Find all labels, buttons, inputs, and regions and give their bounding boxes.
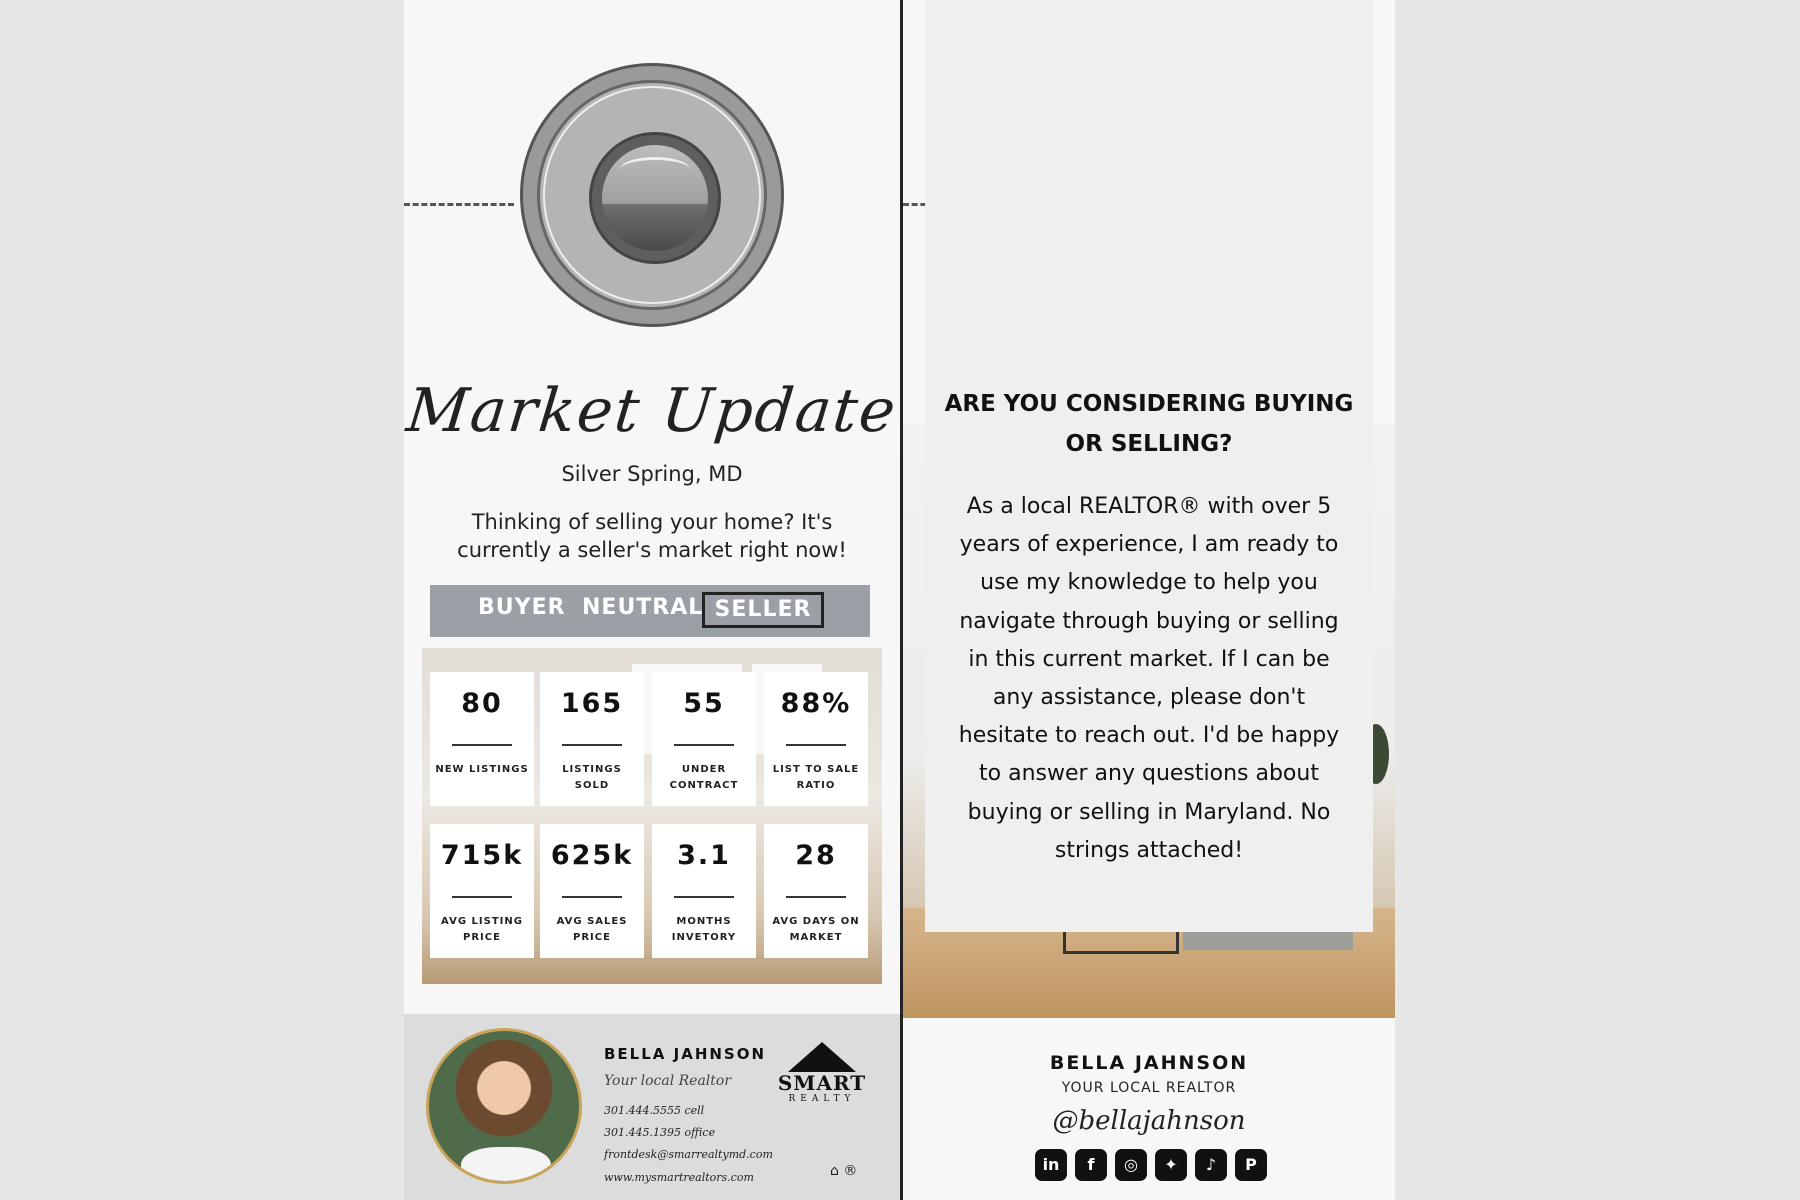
page-title: Market Update	[404, 376, 900, 446]
location-label: Silver Spring, MD	[561, 462, 743, 486]
agent-office: 301.445.1395 office	[604, 1126, 716, 1139]
stat-label: LISTINGS SOLD	[562, 764, 622, 791]
stat-value: 625k	[550, 840, 634, 871]
message-heading: ARE YOU CONSIDERING BUYING OR SELLING?	[944, 391, 1354, 457]
stat-label: LIST TO SALE RATIO	[772, 764, 860, 791]
pitch-text: Thinking of selling your home? It's curr…	[457, 510, 847, 562]
social-handle[interactable]: @bellajahnson	[903, 1106, 1395, 1136]
stat-value: 80	[461, 688, 503, 719]
stat-card: 625k AVG SALES PRICE	[540, 824, 644, 958]
scale-neutral: NEUTRAL	[582, 595, 704, 620]
stat-value: 28	[795, 840, 837, 871]
linkedin-icon[interactable]: in	[1035, 1149, 1067, 1181]
right-door-hanger: ARE YOU CONSIDERING BUYING OR SELLING? A…	[903, 0, 1395, 1200]
agent-tagline: YOUR LOCAL REALTOR	[1061, 1080, 1237, 1096]
stat-value: 55	[683, 688, 725, 719]
door-knob-icon	[520, 63, 784, 327]
pinterest-icon[interactable]: P	[1235, 1149, 1267, 1181]
stat-label: UNDER CONTRACT	[669, 764, 739, 791]
avatar	[426, 1028, 582, 1184]
left-door-hanger: Market Update Silver Spring, MD Thinking…	[404, 0, 900, 1200]
facebook-icon[interactable]: f	[1075, 1149, 1107, 1181]
agent-email[interactable]: frontdesk@smarrealtymd.com	[604, 1148, 773, 1161]
stat-card: 28 AVG DAYS ON MARKET	[764, 824, 868, 958]
scale-buyer: BUYER	[478, 595, 566, 620]
stat-card: 80 NEW LISTINGS	[430, 672, 534, 806]
house-roof-icon	[788, 1042, 856, 1072]
agent-website[interactable]: www.mysmartrealtors.com	[604, 1171, 754, 1184]
stat-card: 715k AVG LISTING PRICE	[430, 824, 534, 958]
cut-line	[404, 203, 514, 206]
stat-label: NEW LISTINGS	[435, 764, 529, 775]
agent-name: BELLA JAHNSON	[604, 1045, 767, 1063]
stat-value: 3.1	[677, 840, 731, 871]
stat-value: 715k	[440, 840, 524, 871]
stat-label: AVG LISTING PRICE	[441, 916, 523, 943]
stat-card: 3.1 MONTHS INVETORY	[652, 824, 756, 958]
instagram-icon[interactable]: ◎	[1115, 1149, 1147, 1181]
social-icons: in f ◎ ✦ ♪ P	[1035, 1149, 1275, 1181]
stat-card: 165 LISTINGS SOLD	[540, 672, 644, 806]
stat-label: AVG SALES PRICE	[556, 916, 628, 943]
stat-value: 165	[560, 688, 624, 719]
twitter-icon[interactable]: ✦	[1155, 1149, 1187, 1181]
message-body: As a local REALTOR® with over 5 years of…	[958, 494, 1340, 863]
stat-card: 88% LIST TO SALE RATIO	[764, 672, 868, 806]
scale-seller-selected: SELLER	[702, 592, 824, 628]
agent-name: BELLA JAHNSON	[1049, 1052, 1249, 1074]
agent-cell: 301.444.5555 cell	[604, 1104, 705, 1117]
stat-card: 55 UNDER CONTRACT	[652, 672, 756, 806]
stat-label: MONTHS INVETORY	[671, 916, 737, 943]
equal-housing-icon: ⌂ ®	[830, 1163, 858, 1179]
stat-value: 88%	[780, 688, 852, 719]
agent-tagline: Your local Realtor	[604, 1073, 732, 1089]
tiktok-icon[interactable]: ♪	[1195, 1149, 1227, 1181]
market-scale: BUYER NEUTRAL SELLER	[430, 585, 870, 637]
stat-label: AVG DAYS ON MARKET	[772, 916, 860, 943]
smart-realty-logo: SMART REALTY	[774, 1042, 870, 1112]
